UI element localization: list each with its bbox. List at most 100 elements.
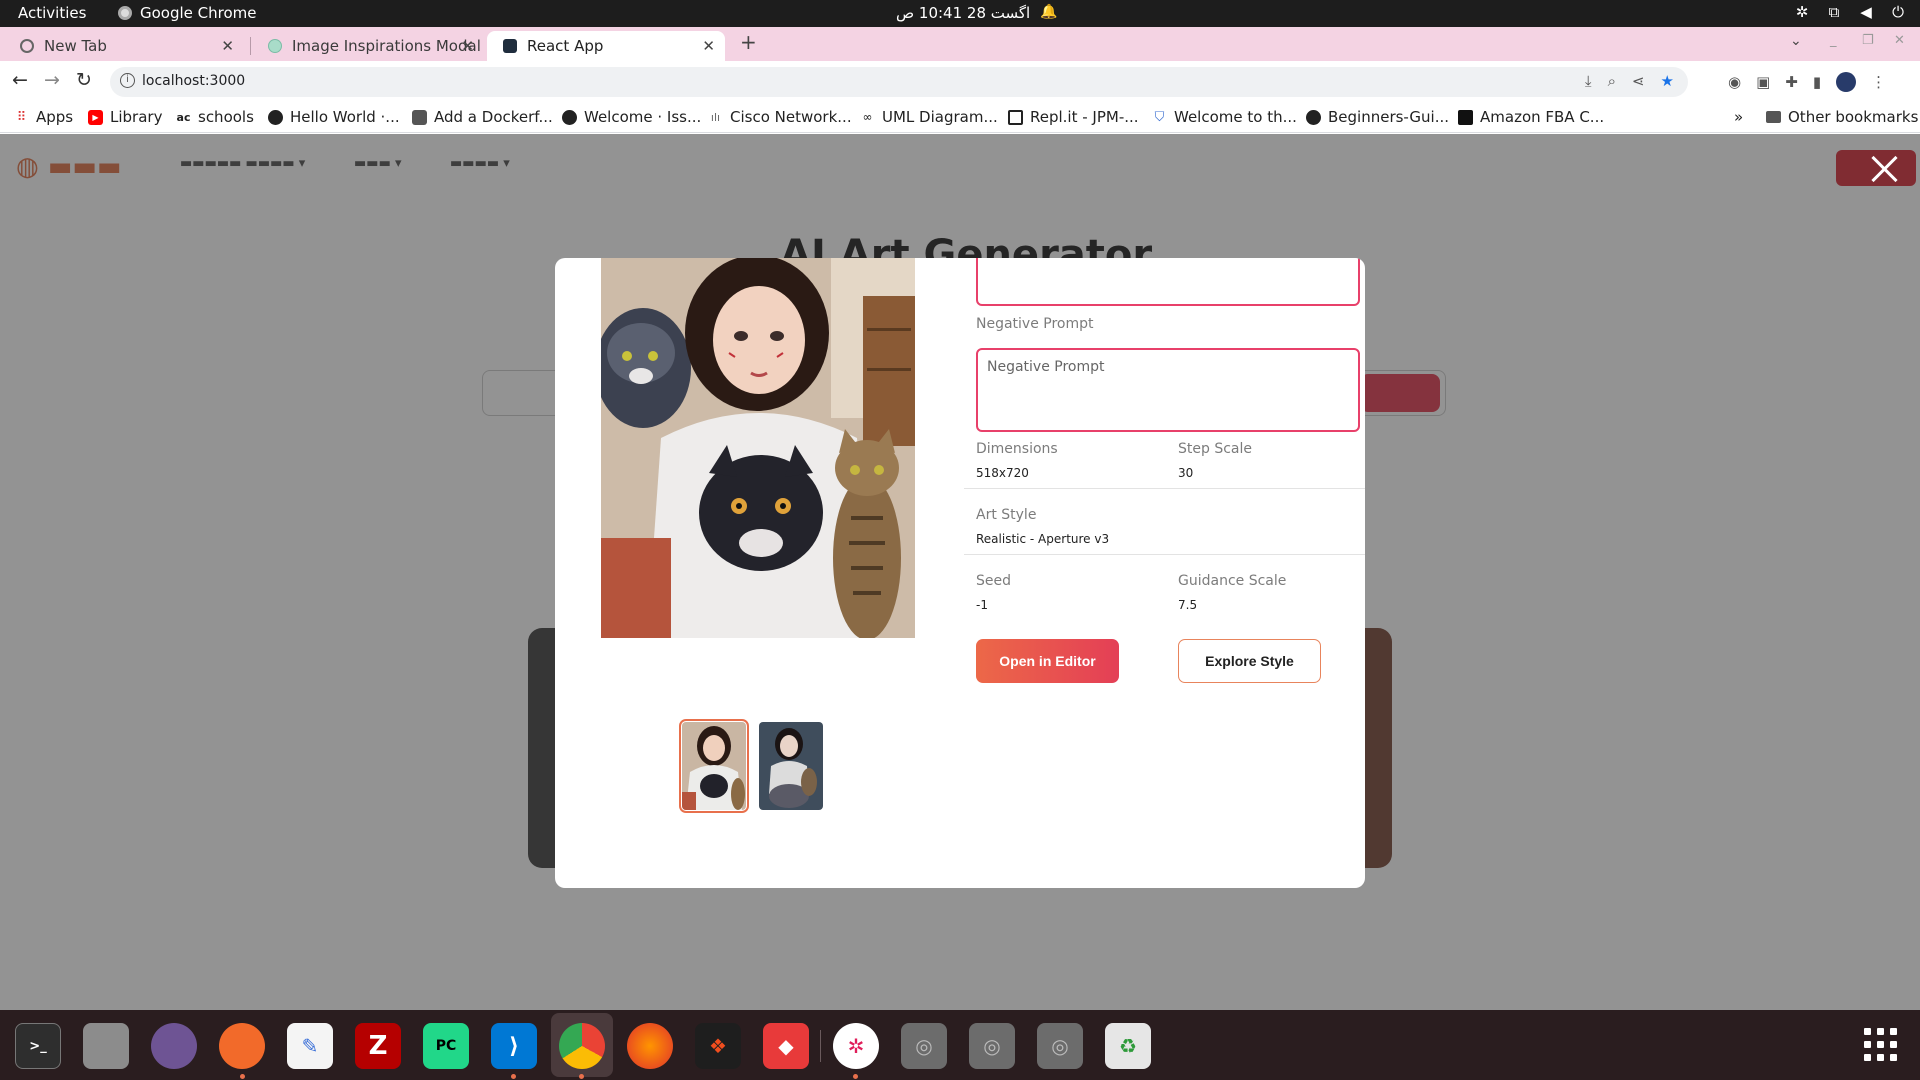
tab-divider — [250, 37, 251, 55]
app-menu[interactable]: Google Chrome — [118, 4, 257, 22]
close-modal-icon[interactable] — [1870, 154, 1900, 184]
reload-icon[interactable]: ↻ — [76, 69, 92, 91]
other-bookmarks-folder[interactable]: Other bookmarks — [1766, 108, 1918, 126]
figma-icon[interactable]: ❖ — [695, 1023, 741, 1069]
generated-image-preview — [601, 258, 915, 638]
activities-button[interactable]: Activities — [18, 4, 86, 22]
site-info-icon[interactable]: i — [120, 73, 135, 88]
close-tab-icon[interactable]: ✕ — [221, 37, 234, 55]
explore-style-button[interactable]: Explore Style — [1178, 639, 1321, 683]
bookmark-cisco-network[interactable]: ılı Cisco Network... — [708, 108, 852, 126]
bookmark-label: Beginners-Gui... — [1328, 108, 1449, 126]
disk-icon[interactable]: ◎ — [969, 1023, 1015, 1069]
bookmark-hello-world[interactable]: Hello World ·... — [268, 108, 400, 126]
github-desktop-icon[interactable] — [151, 1023, 197, 1069]
youtube-icon: ▶ — [88, 109, 103, 125]
close-tab-icon[interactable]: ✕ — [702, 37, 715, 55]
bookmark-label: Welcome · Iss... — [584, 108, 702, 126]
clock[interactable]: اگست 28 10:41 ص — [896, 4, 1030, 22]
bookmark-beginners-guide[interactable]: Beginners-Gui... — [1306, 108, 1449, 126]
anydesk-icon[interactable]: ◆ — [763, 1023, 809, 1069]
volume-icon: ◀ — [1860, 3, 1872, 21]
show-applications-icon[interactable] — [1864, 1028, 1898, 1062]
filezilla-icon[interactable]: Z — [355, 1023, 401, 1069]
open-in-editor-button[interactable]: Open in Editor — [976, 639, 1119, 683]
tab-title: New Tab — [44, 37, 107, 55]
tab-new-tab[interactable]: New Tab ✕ — [4, 31, 244, 61]
bookmark-replit[interactable]: Repl.it - JPM-... — [1008, 108, 1139, 126]
pycharm-icon[interactable]: PC — [423, 1023, 469, 1069]
screenshot-extension-icon[interactable]: ◉ — [1728, 73, 1741, 91]
bookmark-label: schools — [198, 108, 254, 126]
globe-icon — [1306, 109, 1321, 125]
share-icon[interactable]: ⋖ — [1632, 72, 1645, 90]
chrome-menu-icon[interactable]: ⋮ — [1871, 73, 1886, 91]
running-indicator — [240, 1074, 245, 1079]
cisco-icon: ılı — [710, 110, 721, 124]
puzzle-extensions-icon[interactable]: ✚ — [1785, 73, 1798, 91]
tab-react-app[interactable]: React App ✕ — [487, 31, 725, 61]
bookmark-label: Hello World ·... — [290, 108, 400, 126]
guidance-scale-label: Guidance Scale — [1178, 573, 1287, 589]
bookmark-uml-diagram[interactable]: ∞ UML Diagram... — [860, 108, 998, 126]
replit-icon — [1008, 109, 1023, 125]
files-icon[interactable] — [83, 1023, 129, 1069]
apps-grid-icon: ⠿ — [16, 109, 27, 125]
terminal-icon[interactable]: >_ — [15, 1023, 61, 1069]
bookmark-welcome-issues[interactable]: Welcome · Iss... — [562, 108, 701, 126]
art-style-value: Realistic - Aperture v3 — [976, 532, 1110, 546]
tab-image-inspirations-modal[interactable]: Image Inspirations Modal ✕ — [252, 31, 484, 61]
browser-toolbar: ← → ↻ i localhost:3000 ⤓ ⌕ ⋖ ★ ◉ ▣ ✚ ▮ ⋮ — [0, 61, 1920, 103]
vscode-icon[interactable]: ⟩ — [491, 1023, 537, 1069]
ac-icon: ac — [176, 110, 191, 124]
slack-icon[interactable]: ✲ — [833, 1023, 879, 1069]
bookmark-library[interactable]: ▶ Library — [88, 108, 162, 126]
bookmark-apps[interactable]: ⠿ Apps — [14, 108, 73, 126]
react-tab-icon — [503, 39, 517, 53]
negative-prompt-textarea[interactable]: Negative Prompt — [976, 348, 1360, 432]
bookmark-welcome-to-the[interactable]: ⛉ Welcome to th... — [1152, 108, 1297, 126]
bookmark-label: Library — [110, 108, 163, 126]
firefox-icon[interactable] — [627, 1023, 673, 1069]
side-panel-icon[interactable]: ▮ — [1813, 73, 1821, 91]
new-tab-plus-icon[interactable]: + — [740, 30, 757, 54]
url-text[interactable]: localhost:3000 — [142, 73, 245, 89]
install-app-icon[interactable]: ⤓ — [1585, 72, 1592, 90]
postman-icon[interactable] — [219, 1023, 265, 1069]
profile-avatar[interactable] — [1836, 72, 1857, 92]
forward-arrow-icon[interactable]: → — [44, 69, 60, 91]
tab-search-chevron-icon[interactable]: ⌄ — [1790, 33, 1802, 49]
disk-icon[interactable]: ◎ — [901, 1023, 947, 1069]
system-tray[interactable]: ✲ ⧉ ◀ ⏻ — [1794, 3, 1906, 21]
prompt-textarea[interactable] — [976, 258, 1360, 306]
trash-icon[interactable]: ♻ — [1105, 1023, 1151, 1069]
bookmark-add-a-dockerfile[interactable]: Add a Dockerf... — [412, 108, 553, 126]
image-details-modal: Negative Prompt Negative Prompt Dimensio… — [555, 258, 1365, 888]
tab-strip: New Tab ✕ Image Inspirations Modal ✕ Rea… — [0, 27, 1920, 61]
overflow-label: » — [1734, 108, 1744, 126]
github-icon — [268, 109, 283, 125]
thumbnail-2[interactable] — [759, 722, 823, 810]
bookmarks-overflow-chevron[interactable]: » — [1734, 108, 1743, 126]
negative-prompt-label: Negative Prompt — [976, 316, 1094, 332]
bookmark-schools[interactable]: ac schools — [176, 108, 254, 126]
omnibox-actions: ⤓ ⌕ ⋖ ★ — [1585, 72, 1674, 90]
thumbnail-image — [682, 722, 746, 810]
back-arrow-icon[interactable]: ← — [12, 69, 28, 91]
bookmark-label: Amazon FBA C... — [1480, 108, 1605, 126]
shield-icon: ⛉ — [1154, 109, 1165, 125]
close-tab-icon[interactable]: ✕ — [461, 37, 474, 55]
bookmark-amazon-fba[interactable]: Amazon FBA C... — [1458, 108, 1604, 126]
bookmark-star-icon[interactable]: ★ — [1661, 72, 1674, 90]
chrome-dock-icon[interactable] — [559, 1023, 605, 1069]
text-editor-icon[interactable]: ✎ — [287, 1023, 333, 1069]
disk-icon[interactable]: ◎ — [1037, 1023, 1083, 1069]
restore-icon[interactable]: ❐ — [1862, 33, 1874, 48]
minimize-icon[interactable]: _ — [1830, 33, 1837, 48]
zoom-icon[interactable]: ⌕ — [1608, 72, 1616, 90]
address-bar[interactable]: i localhost:3000 ⤓ ⌕ ⋖ ★ — [110, 67, 1688, 97]
window-close-icon[interactable]: ✕ — [1894, 33, 1905, 48]
thumbnail-1[interactable] — [679, 719, 749, 813]
extension-icon[interactable]: ▣ — [1756, 73, 1770, 91]
negative-prompt-placeholder: Negative Prompt — [987, 359, 1105, 375]
